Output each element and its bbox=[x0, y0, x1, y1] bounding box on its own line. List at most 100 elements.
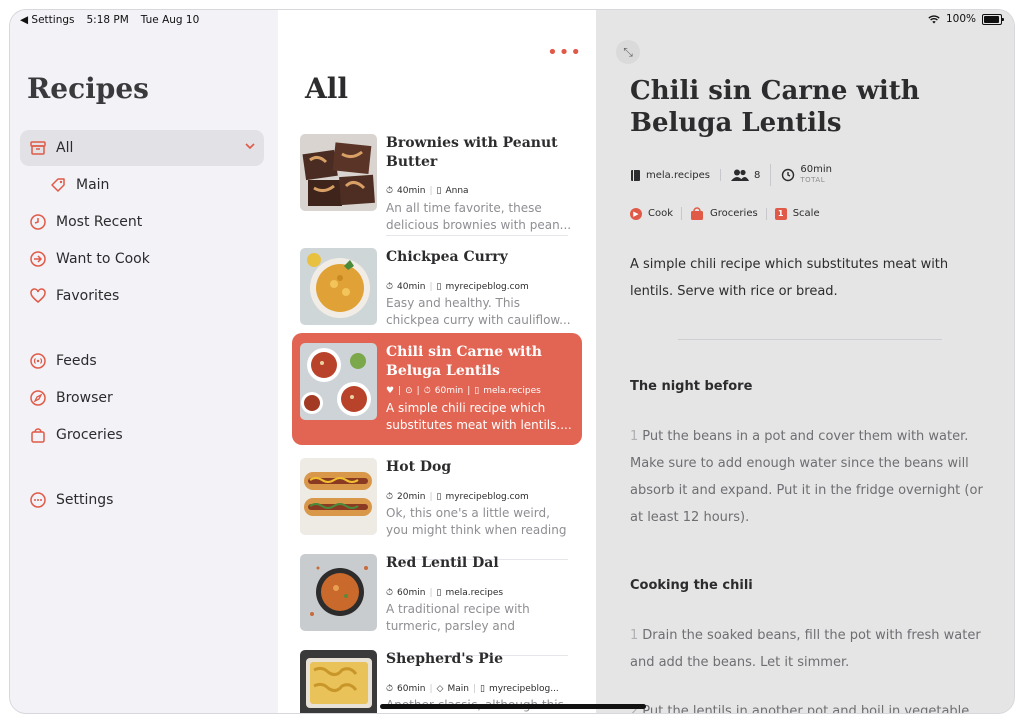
recipe-list-panel: ••• All Brownies with Peanut Butter ⏱ 40m… bbox=[278, 10, 596, 713]
recipe-title: Red Lentil Dal bbox=[386, 555, 499, 571]
timer-icon: ⏱ bbox=[386, 684, 394, 694]
recipe-title: Chili sin Carne with Beluga Lentils bbox=[386, 344, 542, 379]
battery-percent: 100% bbox=[945, 13, 976, 25]
recipe-description: Ok, this one's a little weird, you might… bbox=[386, 506, 567, 537]
sidebar-item-label: Browser bbox=[56, 390, 113, 406]
groceries-label: Groceries bbox=[710, 208, 758, 219]
divider bbox=[386, 235, 568, 236]
recipe-time: 60min bbox=[397, 684, 426, 694]
sidebar-item-label: Most Recent bbox=[56, 214, 143, 230]
total-label: TOTAL bbox=[800, 176, 826, 184]
recipe-time: 60min bbox=[434, 386, 464, 396]
sidebar-item-label: Favorites bbox=[56, 288, 120, 304]
feed-icon bbox=[28, 351, 48, 371]
battery-icon bbox=[982, 13, 1004, 25]
ipad-screen: ◀ Settings 5:18 PM Tue Aug 10 100% Recip… bbox=[10, 10, 1014, 713]
back-to-settings[interactable]: ◀ Settings bbox=[20, 14, 74, 26]
recipe-detail-meta: mela.recipes 8 60min TOTAL bbox=[630, 164, 842, 186]
time-group: 60min TOTAL bbox=[770, 164, 842, 186]
recipe-meta: ⏱ 20min | ▯ myrecipeblog.com bbox=[386, 492, 529, 502]
status-bar: ◀ Settings 5:18 PM Tue Aug 10 100% bbox=[10, 10, 1014, 32]
recipe-source: myrecipeblog... bbox=[488, 684, 559, 694]
sidebar-item-label: Settings bbox=[56, 492, 114, 508]
expand-icon[interactable]: ⤡ bbox=[616, 40, 640, 64]
instruction-step: 1 Drain the soaked beans, fill the pot wi… bbox=[630, 622, 998, 676]
sidebar-item-settings[interactable]: Settings bbox=[20, 482, 264, 518]
section-heading: The night before bbox=[630, 379, 753, 394]
recipe-total-time: 60min bbox=[800, 164, 832, 175]
tag-icon: ◇ bbox=[436, 684, 444, 694]
recipe-thumbnail bbox=[300, 134, 377, 211]
instruction-step: 2Put the lentils in another pot and boil… bbox=[630, 698, 998, 713]
book-icon: ▯ bbox=[479, 684, 485, 694]
cook-button[interactable]: ▶ Cook bbox=[630, 207, 681, 220]
recipe-time: 40min bbox=[397, 282, 426, 292]
timer-icon: ⏱ bbox=[386, 282, 394, 292]
sidebar-item-favorites[interactable]: Favorites bbox=[20, 278, 264, 314]
scale-badge: 1 bbox=[774, 207, 787, 220]
sidebar-item-all[interactable]: All bbox=[20, 130, 264, 166]
recipe-description: A traditional recipe with turmeric, pars… bbox=[386, 602, 530, 633]
recipe-meta: ⏱ 60min | ◇ Main | ▯ myrecipeblog... bbox=[386, 684, 559, 694]
book-icon: ▯ bbox=[436, 588, 442, 598]
groceries-button[interactable]: Groceries bbox=[681, 207, 766, 220]
status-date: Tue Aug 10 bbox=[140, 14, 200, 26]
more-options-icon[interactable]: ••• bbox=[547, 42, 582, 63]
sidebar-item-feeds[interactable]: Feeds bbox=[20, 343, 264, 379]
sidebar-item-main[interactable]: Main bbox=[40, 167, 264, 203]
recipe-description: Easy and healthy. This chickpea curry wi… bbox=[386, 296, 571, 327]
play-icon: ▶ bbox=[630, 207, 642, 220]
source-group[interactable]: mela.recipes bbox=[630, 169, 720, 182]
recipe-description: An all time favorite, these delicious br… bbox=[386, 201, 572, 232]
recipe-meta: ♥ | ⊙ | ⏱ 60min | ▯ mela.recipes bbox=[386, 386, 541, 396]
recipe-source: mela.recipes bbox=[483, 386, 541, 396]
recipe-title: Shepherd's Pie bbox=[386, 651, 504, 667]
timer-icon: ⏱ bbox=[386, 588, 394, 598]
ellipsis-circle-icon bbox=[28, 490, 48, 510]
step-number: 1 bbox=[630, 628, 639, 643]
tag-icon bbox=[48, 175, 68, 195]
scale-button[interactable]: 1 Scale bbox=[765, 207, 828, 220]
book-icon: ▯ bbox=[436, 492, 442, 502]
step-text: Put the beans in a pot and cover them wi… bbox=[630, 429, 983, 525]
sidebar-item-want-to-cook[interactable]: Want to Cook bbox=[20, 241, 264, 277]
recipe-source: mela.recipes bbox=[646, 169, 711, 181]
sidebar-item-label: All bbox=[56, 140, 74, 156]
sidebar-item-label: Groceries bbox=[56, 427, 123, 443]
recipe-card-selected[interactable]: Chili sin Carne with Beluga Lentils ♥ | ⊙ |… bbox=[292, 333, 582, 445]
recipe-thumbnail bbox=[300, 650, 377, 713]
archive-box-icon bbox=[28, 138, 48, 158]
sidebar-item-groceries[interactable]: Groceries bbox=[20, 417, 264, 453]
recipe-source: mela.recipes bbox=[445, 588, 504, 598]
clock-icon bbox=[28, 212, 48, 232]
recipe-description: A simple chili recipe which substitutes … bbox=[386, 401, 572, 432]
timer-icon bbox=[782, 168, 795, 182]
step-text: Drain the soaked beans, fill the pot wit… bbox=[630, 628, 981, 670]
heart-filled-icon: ♥ bbox=[386, 386, 395, 396]
sidebar-item-most-recent[interactable]: Most Recent bbox=[20, 204, 264, 240]
bag-icon bbox=[28, 425, 48, 445]
recipe-source: myrecipeblog.com bbox=[445, 492, 529, 502]
home-indicator[interactable] bbox=[380, 704, 646, 709]
recipe-thumbnail bbox=[300, 458, 377, 535]
book-icon: ▯ bbox=[436, 282, 442, 292]
recipe-title: Chickpea Curry bbox=[386, 249, 508, 265]
arrow-circle-icon bbox=[28, 249, 48, 269]
recipe-title: Brownies with Peanut Butter bbox=[386, 135, 558, 170]
instruction-step: 1 Put the beans in a pot and cover them w… bbox=[630, 423, 998, 531]
heart-icon bbox=[28, 286, 48, 306]
sidebar-item-label: Feeds bbox=[56, 353, 97, 369]
recipe-meta: ⏱ 40min | ▯ Anna bbox=[386, 186, 469, 196]
sidebar-item-browser[interactable]: Browser bbox=[20, 380, 264, 416]
step-number: 1 bbox=[630, 429, 639, 444]
arrow-circle-icon: ⊙ bbox=[405, 386, 413, 396]
recipe-time: 60min bbox=[397, 588, 426, 598]
recipe-card[interactable]: Brownies with Peanut Butter ⏱ 40min | ▯ Anna… bbox=[292, 124, 582, 236]
recipe-card[interactable]: Shepherd's Pie ⏱ 60min | ◇ Main | ▯ myrecipeblo… bbox=[292, 640, 582, 713]
chevron-down-icon[interactable] bbox=[244, 140, 256, 156]
recipe-thumbnail bbox=[300, 554, 377, 631]
recipe-tag: Main bbox=[447, 684, 469, 694]
recipe-meta: ⏱ 60min | ▯ mela.recipes bbox=[386, 588, 504, 598]
sidebar-title: Recipes bbox=[27, 72, 149, 105]
people-icon bbox=[731, 169, 750, 181]
